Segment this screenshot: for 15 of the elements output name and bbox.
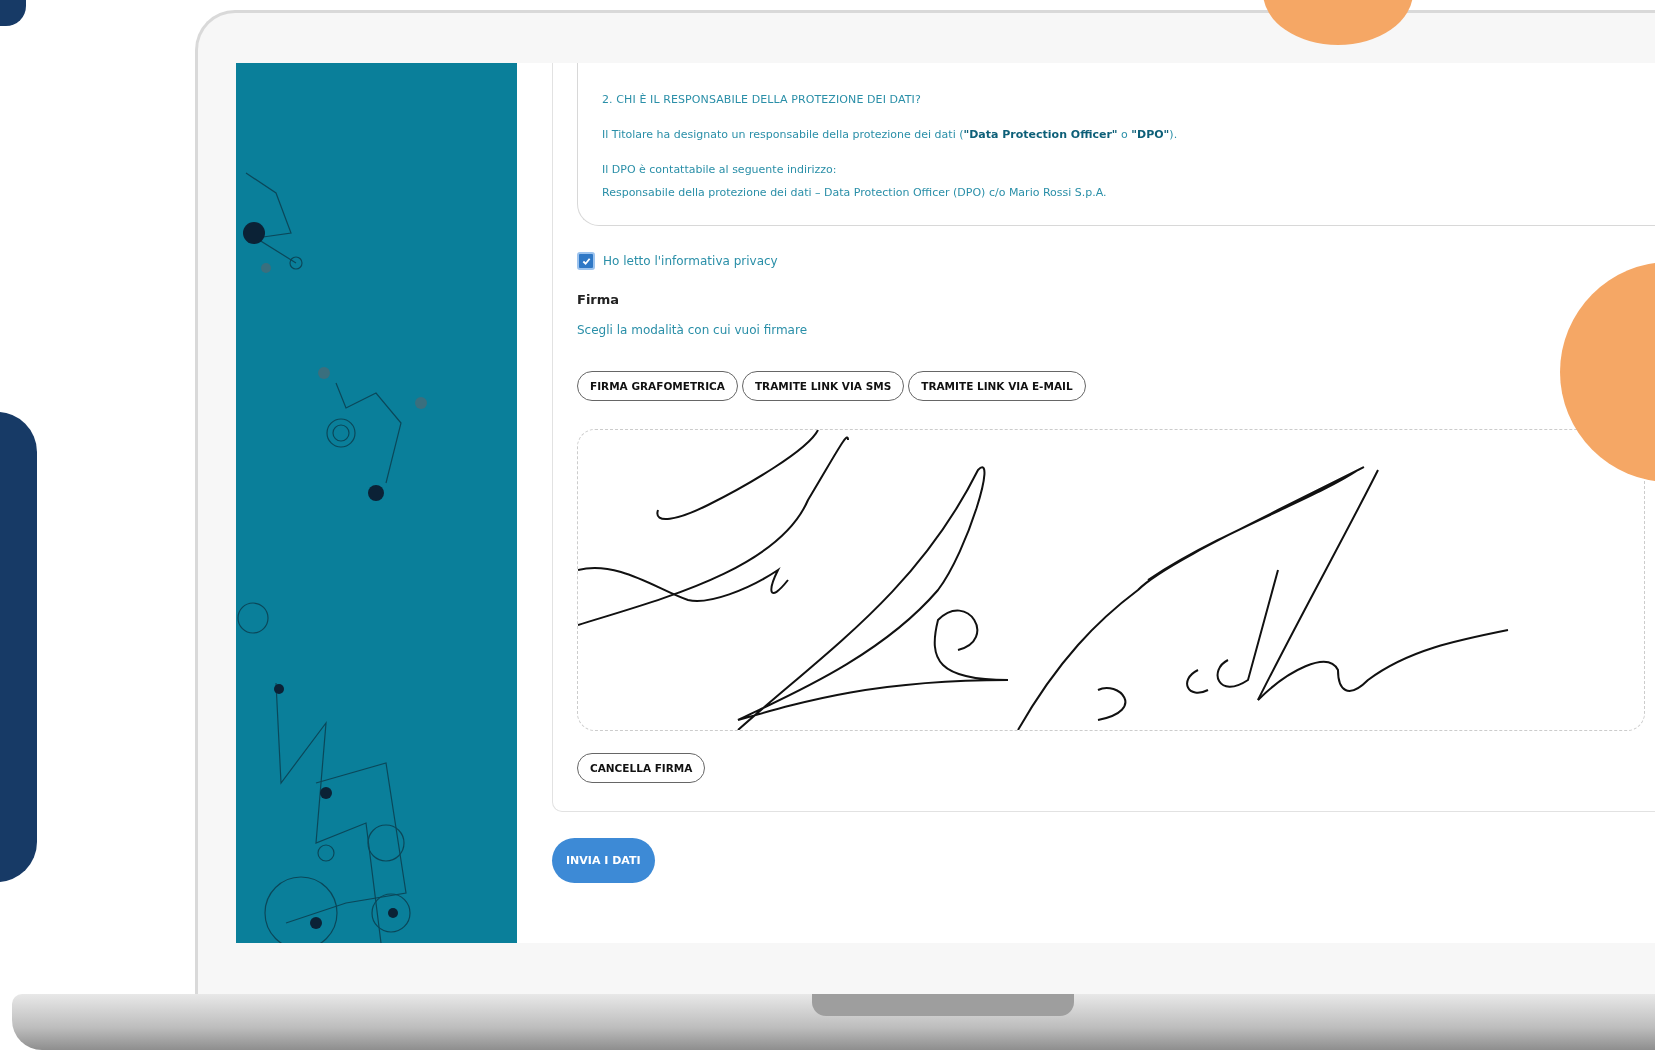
signature-subtitle: Scegli la modalità con cui vuoi firmare: [577, 323, 809, 337]
signature-title: Firma: [577, 292, 621, 307]
privacy-checkbox[interactable]: [577, 252, 595, 270]
info-text: Il Titolare ha designato un responsabile della protezione dei dati ("Data Protection Officer" o "DPO").: [602, 128, 1179, 141]
info-text: Il DPO è contattabile al seguente indirizzo:: [602, 163, 838, 176]
signature-method-button[interactable]: FIRMA GRAFOMETRICA: [577, 371, 738, 401]
decorative-shape: [0, 0, 26, 26]
section-heading: 2. CHI È IL RESPONSABILE DELLA PROTEZIONE DEI DATI?: [602, 93, 922, 106]
submit-button[interactable]: INVIA I DATI: [552, 838, 655, 883]
signature-method-button[interactable]: TRAMITE LINK VIA E-MAIL: [908, 371, 1086, 401]
checkbox-label: Ho letto l'informativa privacy: [603, 254, 778, 268]
check-icon: [581, 256, 591, 266]
info-text: Responsabile della protezione dei dati – Data Protection Officer (DPO) c/o Mario Rossi S.p.A.: [602, 186, 1108, 199]
signature-method-button[interactable]: TRAMITE LINK VIA SMS: [741, 371, 905, 401]
clear-signature-button[interactable]: CANCELLA FIRMA: [577, 753, 706, 783]
